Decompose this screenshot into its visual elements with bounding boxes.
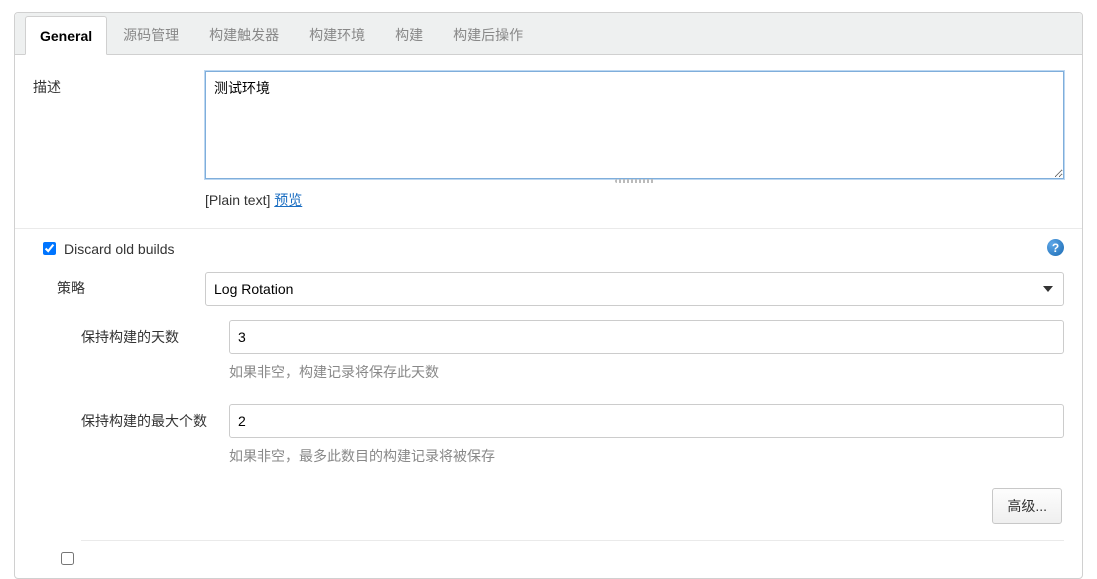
- tab-triggers[interactable]: 构建触发器: [195, 14, 293, 55]
- resize-grip-icon[interactable]: [615, 179, 655, 183]
- description-label: 描述: [33, 71, 205, 97]
- strategy-select[interactable]: Log Rotation: [205, 272, 1064, 306]
- advanced-button[interactable]: 高级...: [992, 488, 1062, 524]
- days-to-keep-label: 保持构建的天数: [81, 327, 229, 347]
- next-option-checkbox[interactable]: [61, 552, 74, 565]
- max-builds-input[interactable]: [229, 404, 1064, 438]
- discard-old-builds-label: Discard old builds: [64, 241, 175, 257]
- preview-link[interactable]: 预览: [274, 192, 302, 208]
- days-to-keep-help: 如果非空，构建记录将保存此天数: [229, 362, 1064, 382]
- tab-scm[interactable]: 源码管理: [109, 14, 193, 55]
- max-builds-label: 保持构建的最大个数: [81, 411, 229, 431]
- discard-old-builds-checkbox[interactable]: [43, 242, 56, 255]
- strategy-label: 策略: [57, 272, 205, 298]
- tab-env[interactable]: 构建环境: [295, 14, 379, 55]
- divider: [81, 540, 1064, 541]
- max-builds-help: 如果非空，最多此数目的构建记录将被保存: [229, 446, 1064, 466]
- general-content: 描述 [Plain text] 预览 Discard old builds ?: [15, 55, 1082, 578]
- tab-general[interactable]: General: [25, 16, 107, 55]
- help-icon[interactable]: ?: [1047, 239, 1064, 256]
- description-textarea[interactable]: [205, 71, 1064, 179]
- config-panel: General 源码管理 构建触发器 构建环境 构建 构建后操作 描述 [Pla…: [14, 12, 1083, 579]
- divider: [15, 228, 1082, 229]
- tab-postbuild[interactable]: 构建后操作: [439, 14, 537, 55]
- tabs-bar: General 源码管理 构建触发器 构建环境 构建 构建后操作: [15, 13, 1082, 55]
- plain-text-label: [Plain text]: [205, 192, 270, 208]
- tab-build[interactable]: 构建: [381, 14, 437, 55]
- next-option-label: [82, 555, 86, 563]
- days-to-keep-input[interactable]: [229, 320, 1064, 354]
